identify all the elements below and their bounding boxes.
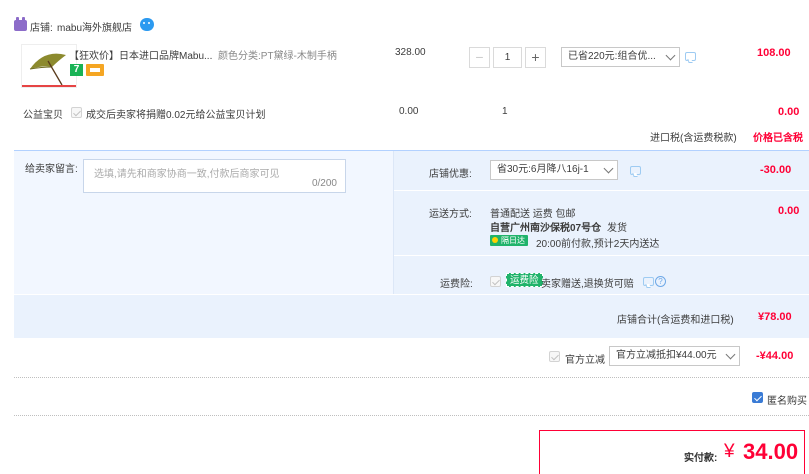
next-day-badge: 隔日达 (490, 235, 528, 246)
chevron-down-icon (725, 349, 736, 360)
item-subtotal: 108.00 (757, 47, 791, 59)
charity-label: 公益宝贝 (23, 110, 63, 121)
shop-discount-amount: -30.00 (760, 164, 792, 176)
official-discount-select-value: 官方立减抵扣¥44.00元 (616, 350, 717, 361)
shop-icon (14, 17, 27, 31)
wangwang-icon[interactable] (140, 18, 154, 31)
insurance-text: 卖家赠送,退换货可赔 (541, 279, 634, 290)
chat-icon[interactable] (643, 277, 654, 286)
anonymous-checkbox[interactable] (752, 392, 763, 403)
insurance-badge: 运费险 (506, 273, 543, 287)
payment-summary-box: 实付款: ¥ 34.00 (539, 430, 805, 474)
divider (14, 377, 809, 378)
shipping-label: 运送方式: (429, 209, 472, 220)
divider (14, 415, 809, 416)
quantity-stepper: − 1 + (469, 47, 546, 68)
message-counter: 0/200 (311, 178, 337, 189)
credit-card-icon (86, 64, 104, 76)
unit-price: 328.00 (395, 47, 426, 58)
shop-name-link[interactable]: mabu海外旗舰店 (57, 19, 132, 34)
shop-total-amount: ¥78.00 (758, 311, 792, 323)
charity-checkbox[interactable] (71, 107, 82, 118)
row-divider (394, 190, 809, 191)
chevron-down-icon (665, 50, 676, 61)
shop-discount-label: 店铺优惠: (429, 169, 472, 180)
shop-discount-select-value: 省30元:6月降八16j-1 (497, 164, 589, 175)
product-title-link[interactable]: 【狂欢价】日本进口品牌Mabu... (69, 47, 212, 62)
anonymous-label: 匿名购买 (767, 396, 807, 407)
chat-icon[interactable] (630, 166, 641, 175)
official-discount-amount: -¥44.00 (756, 350, 794, 362)
charity-quantity: 1 (502, 106, 508, 117)
panel-divider (393, 151, 394, 294)
seven-day-return-badge: 7 (70, 64, 83, 76)
charity-text: 成交后卖家将捐赠0.02元给公益宝贝计划 (86, 110, 266, 121)
quantity-input[interactable]: 1 (493, 47, 522, 68)
decrease-button[interactable]: − (469, 47, 490, 68)
payment-currency: ¥ (724, 441, 735, 462)
charity-price: 0.00 (399, 106, 419, 117)
shipping-method: 普通配送 运费 包邮 (490, 209, 576, 220)
message-placeholder: 选填,请先和商家协商一致,付款后商家可见 (94, 169, 280, 180)
row-divider (394, 255, 809, 256)
chevron-down-icon (603, 163, 614, 174)
import-tax-label: 进口税(含运费税款) (650, 133, 737, 144)
shop-label: 店铺: (30, 23, 53, 34)
shop-total-label: 店铺合计(含运费和进口税) (617, 315, 734, 326)
import-tax-value: 价格已含税 (753, 133, 803, 144)
shop-discount-select[interactable]: 省30元:6月降八16j-1 (490, 160, 618, 180)
payment-amount: 34.00 (743, 439, 799, 464)
payment-label: 实付款: (684, 453, 718, 464)
item-promo-select-value: 已省220元:组合优... (568, 51, 656, 62)
shipping-dispatch: 发货 (607, 223, 627, 234)
official-discount-select[interactable]: 官方立减抵扣¥44.00元 (609, 346, 740, 366)
official-discount-checkbox[interactable] (549, 351, 560, 362)
chat-icon[interactable] (685, 52, 696, 61)
message-textarea[interactable]: 选填,请先和商家协商一致,付款后商家可见 0/200 (83, 159, 346, 193)
insurance-label: 运费险: (440, 279, 473, 290)
help-icon[interactable]: ? (655, 276, 666, 287)
message-label: 给卖家留言: (25, 164, 78, 175)
item-promo-select[interactable]: 已省220元:组合优... (561, 47, 680, 67)
insurance-checkbox[interactable] (490, 276, 501, 287)
shipping-warehouse: 自营广州南沙保税07号仓 (490, 223, 602, 234)
increase-button[interactable]: + (525, 47, 546, 68)
charity-subtotal: 0.00 (778, 106, 800, 118)
product-spec: 颜色分类:PT黛绿-木制手柄 (218, 51, 337, 62)
official-discount-label: 官方立减 (565, 355, 605, 366)
delivery-estimate: 20:00前付款,预计2天内送达 (536, 239, 660, 250)
shipping-amount: 0.00 (778, 205, 800, 217)
